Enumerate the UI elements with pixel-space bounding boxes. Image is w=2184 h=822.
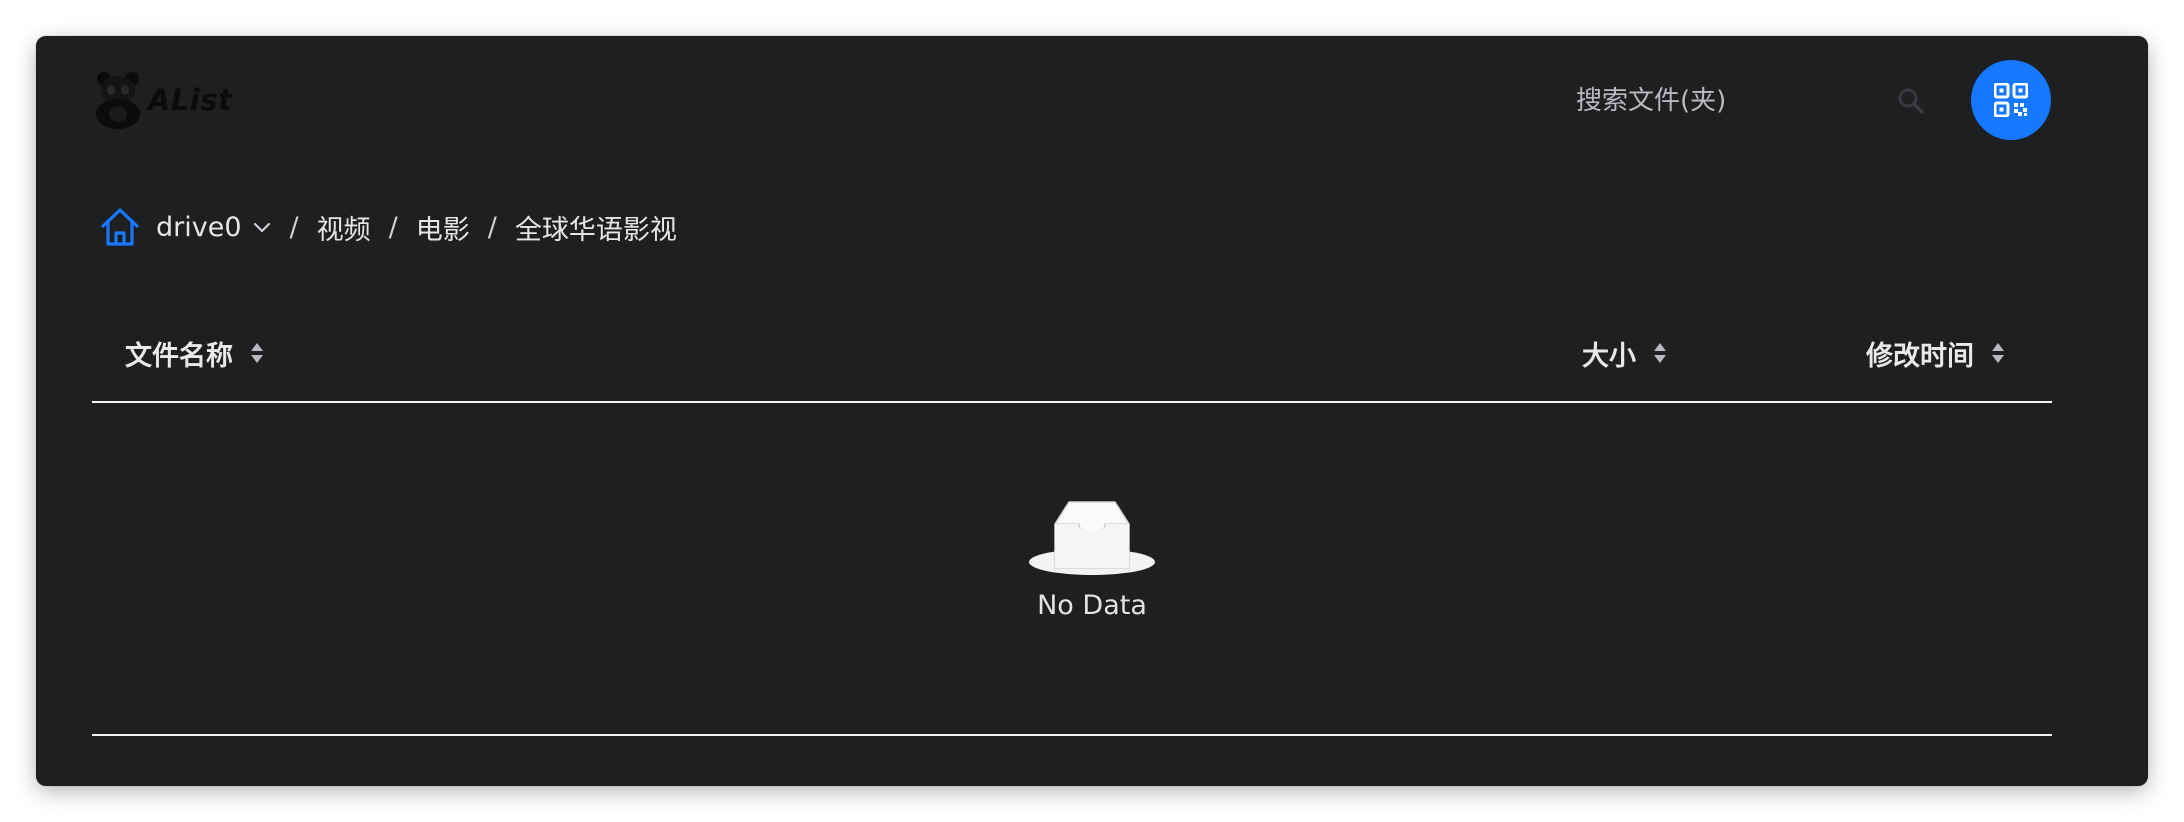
home-icon[interactable] bbox=[98, 205, 142, 249]
panda-logo-icon bbox=[96, 72, 140, 129]
qr-code-icon bbox=[1994, 83, 2028, 117]
column-header-size[interactable]: 大小 bbox=[1582, 328, 1668, 378]
breadcrumb: drive0 / 视频 / 电影 / 全球华语影视 bbox=[98, 202, 677, 252]
logo[interactable]: AList bbox=[92, 68, 233, 132]
empty-inbox-icon bbox=[1029, 501, 1155, 575]
column-header-label: 修改时间 bbox=[1866, 340, 1974, 372]
logo-text: AList bbox=[148, 83, 233, 117]
column-header-modified[interactable]: 修改时间 bbox=[1866, 328, 2006, 378]
sort-icon bbox=[1992, 343, 2004, 363]
sort-icon bbox=[251, 343, 263, 363]
table-header-divider bbox=[92, 401, 2052, 403]
sort-icon bbox=[1654, 343, 1666, 363]
breadcrumb-separator: / bbox=[487, 211, 497, 243]
column-header-label: 文件名称 bbox=[125, 340, 233, 372]
breadcrumb-separator: / bbox=[289, 211, 299, 243]
breadcrumb-item-movies[interactable]: 电影 bbox=[416, 208, 470, 247]
column-header-label: 大小 bbox=[1582, 340, 1636, 372]
breadcrumb-item-current[interactable]: 全球华语影视 bbox=[515, 208, 677, 247]
breadcrumb-separator: / bbox=[388, 211, 398, 243]
search-icon[interactable] bbox=[1896, 86, 1926, 116]
app-window: AList drive0 bbox=[36, 36, 2148, 786]
breadcrumb-item-videos[interactable]: 视频 bbox=[317, 208, 371, 247]
column-header-name[interactable]: 文件名称 bbox=[125, 328, 265, 378]
breadcrumb-item-drive[interactable]: drive0 bbox=[156, 212, 242, 243]
chevron-down-icon[interactable] bbox=[252, 217, 272, 237]
qr-code-button[interactable] bbox=[1971, 60, 2051, 140]
table-bottom-divider bbox=[92, 734, 2052, 736]
empty-state: No Data bbox=[36, 496, 2148, 621]
search-input[interactable] bbox=[1576, 76, 1906, 126]
empty-state-text: No Data bbox=[1037, 590, 1147, 621]
